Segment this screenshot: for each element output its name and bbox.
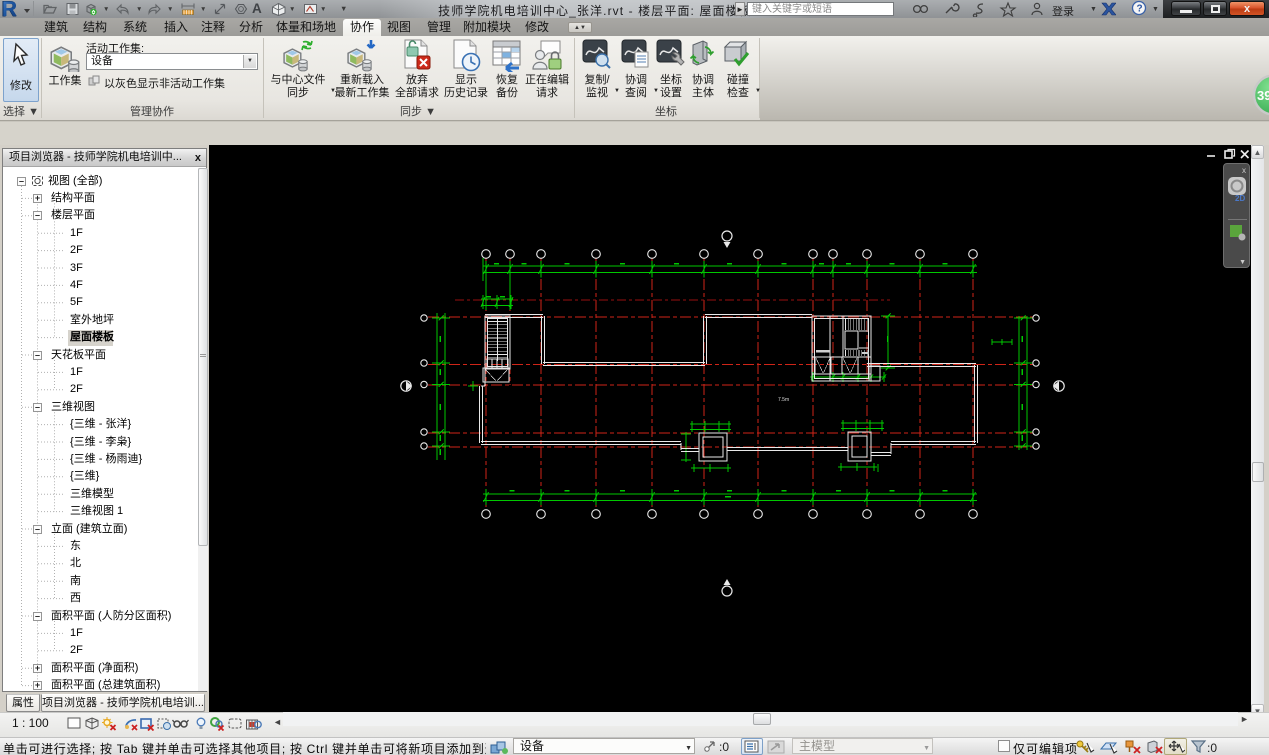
- svg-text:2D: 2D: [1235, 194, 1245, 202]
- svg-text:7.5m: 7.5m: [778, 397, 789, 403]
- svg-text:?: ?: [1137, 4, 1143, 15]
- svg-text:39: 39: [1257, 88, 1269, 103]
